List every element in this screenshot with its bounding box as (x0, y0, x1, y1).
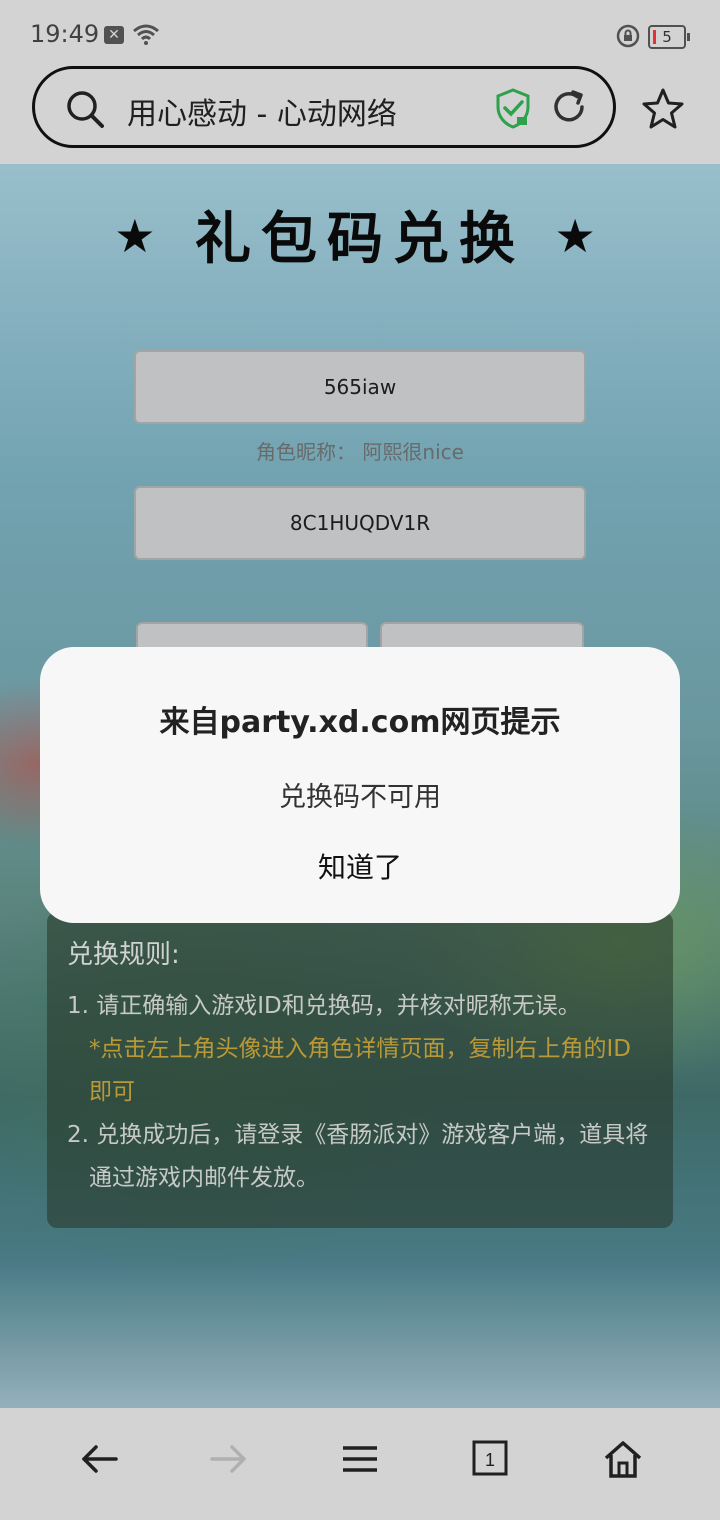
dialog-message: 兑换码不可用 (279, 782, 441, 813)
dialog-title: 来自party.xd.com网页提示 (159, 705, 561, 740)
dialog-confirm-button[interactable]: 知道了 (260, 843, 460, 893)
alert-dialog: 来自party.xd.com网页提示 兑换码不可用 知道了 (40, 647, 680, 923)
